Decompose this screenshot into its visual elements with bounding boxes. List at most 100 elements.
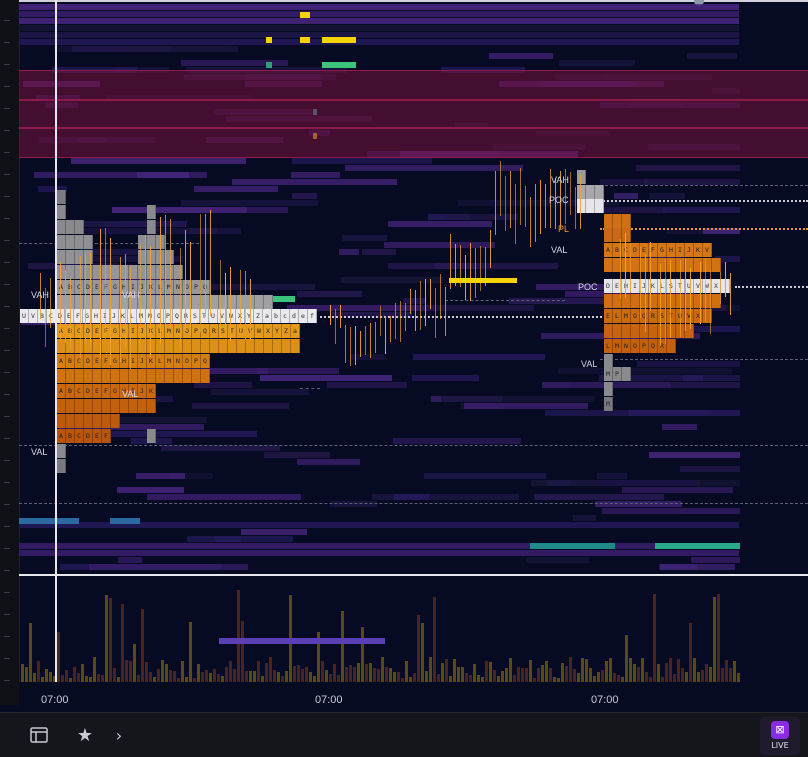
tpo-cell [165, 339, 174, 353]
volume-bar [165, 664, 168, 682]
heatmap-cell [19, 25, 739, 31]
crosshair-vertical-line [55, 0, 57, 690]
tpo-cell: V [694, 279, 703, 293]
tpo-cell [57, 250, 66, 264]
time-axis[interactable]: 07:00 07:00 07:00 [19, 682, 808, 706]
tpo-cell [66, 399, 75, 413]
volume-bar [29, 623, 32, 682]
price-wick [110, 238, 111, 365]
volume-bar [213, 669, 216, 682]
price-wick [100, 229, 101, 358]
tpo-cell [604, 324, 613, 338]
rail-tick [4, 438, 10, 439]
tpo-cell [84, 235, 93, 249]
tpo-cell: L [156, 354, 165, 368]
heatmap-cell [602, 508, 740, 514]
tpo-cell [66, 414, 75, 428]
rail-tick [4, 504, 10, 505]
rail-tick [4, 592, 10, 593]
tpo-cell: a [263, 309, 272, 323]
price-wick [670, 260, 671, 338]
price-wick [500, 161, 501, 216]
liquidity-band [19, 70, 808, 100]
rail-tick [4, 526, 10, 527]
volume-bar [517, 667, 520, 682]
volume-bar [129, 661, 132, 682]
price-wick [230, 267, 231, 341]
tpo-cell [631, 258, 640, 272]
tpo-cell [120, 399, 129, 413]
price-wick [60, 262, 61, 341]
price-wick [150, 246, 151, 357]
volume-bar [265, 663, 268, 682]
volume-bar [685, 672, 688, 682]
heatmap-cell [614, 193, 638, 199]
price-wick [220, 260, 221, 337]
heatmap-cell [680, 466, 740, 472]
vah-label: VAH [31, 290, 49, 300]
price-wick [630, 243, 631, 293]
price-wick [660, 264, 661, 346]
heatmap-cell [241, 529, 307, 535]
layout-icon[interactable] [28, 725, 50, 747]
tpo-cell: A [57, 429, 66, 443]
heatmap-cell [19, 18, 739, 24]
volume-bar [473, 664, 476, 682]
tpo-cell: c [281, 309, 290, 323]
tpo-cell: O [631, 339, 640, 353]
volume-bar [609, 658, 612, 682]
heatmap-cell [292, 193, 317, 199]
live-button[interactable]: ⊠ LIVE [760, 717, 800, 755]
heatmap-cell [663, 207, 740, 213]
tpo-cell: S [667, 279, 676, 293]
chevron-right-icon[interactable]: › [108, 725, 130, 747]
heatmap-cell [696, 480, 740, 486]
heatmap-cell [19, 543, 739, 549]
volume-pane[interactable] [19, 576, 808, 682]
volume-bar [137, 675, 140, 682]
volume-bar [641, 658, 644, 682]
tpo-cell [210, 339, 219, 353]
rail-tick [4, 680, 10, 681]
tpo-cell [111, 265, 120, 279]
volume-bar [57, 632, 60, 682]
heatmap-cell [257, 368, 339, 374]
top-border [19, 0, 808, 2]
tpo-cell: E [604, 309, 613, 323]
tpo-cell [667, 324, 676, 338]
heatmap-cell [573, 515, 596, 521]
heatmap-cell [339, 249, 359, 255]
heatmap-cell [300, 12, 310, 18]
star-icon[interactable]: ★ [74, 725, 96, 747]
heatmap-cell [330, 501, 377, 507]
tpo-cell: P [192, 354, 201, 368]
heatmap-cell [687, 53, 737, 59]
volume-bar [569, 657, 572, 682]
volume-bar [65, 670, 68, 682]
tpo-cell: N [622, 339, 631, 353]
heatmap-cell [147, 494, 301, 500]
tpo-cell [147, 235, 156, 249]
tpo-cell [147, 339, 156, 353]
tpo-cell: W [227, 309, 236, 323]
left-price-rail[interactable] [0, 0, 20, 705]
heatmap-cell [413, 354, 545, 360]
heatmap-cell [342, 235, 387, 241]
volume-bar [505, 668, 508, 682]
tpo-cell [264, 295, 273, 309]
volume-bar [173, 671, 176, 682]
price-wick [380, 306, 381, 336]
tpo-cell: J [138, 354, 147, 368]
tpo-cell [111, 399, 120, 413]
price-wick [575, 187, 576, 229]
tpo-cell: J [138, 384, 147, 398]
price-wick [430, 279, 431, 309]
chart-canvas[interactable]: ABCDEFGHIJKLMNOPQUVBCDEFGHIJKLMNOPQRSTUV… [0, 0, 808, 756]
price-wick [245, 271, 246, 340]
volume-bar [369, 663, 372, 682]
tpo-cell: M [613, 339, 622, 353]
price-wick [700, 262, 701, 324]
heatmap-cell [649, 452, 740, 458]
heatmap-cell [266, 62, 272, 68]
volume-bar [201, 672, 204, 682]
